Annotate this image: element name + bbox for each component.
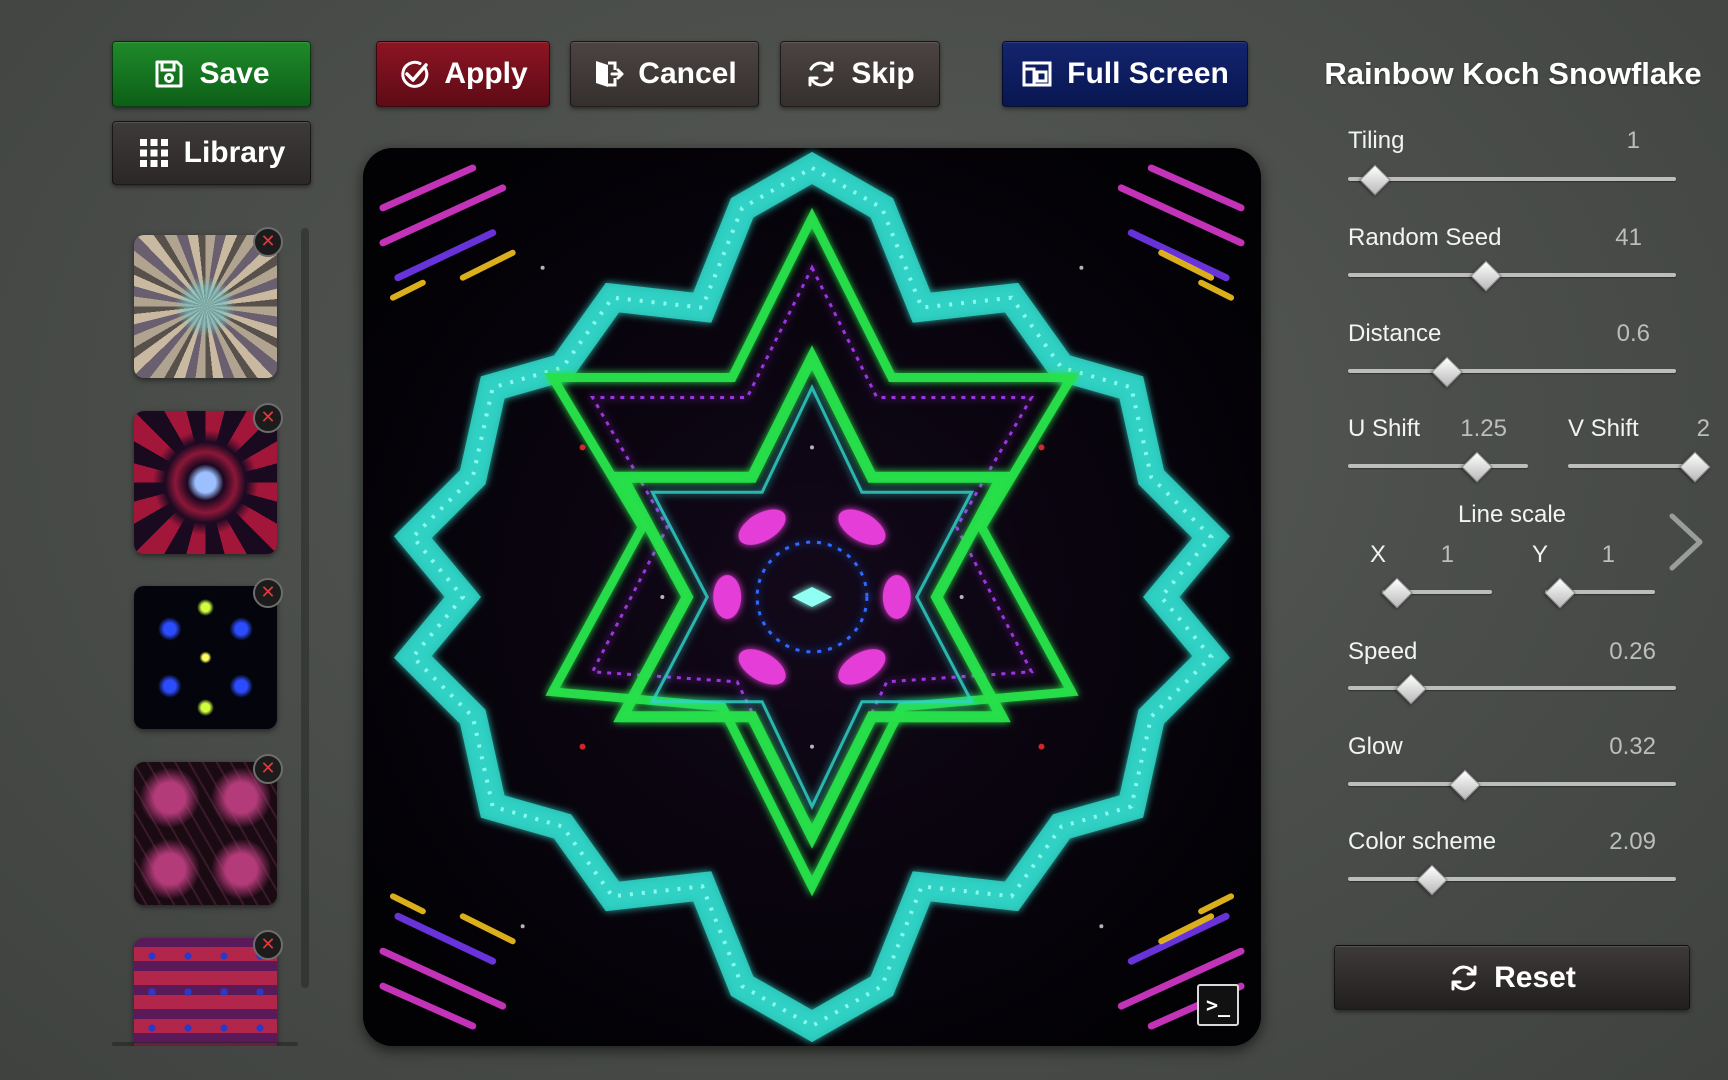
v-shift-slider[interactable]	[1568, 451, 1711, 483]
random-seed-value: 41	[1615, 224, 1642, 251]
preset-thumbnail[interactable]	[134, 762, 277, 905]
thumbnail-scrollbar[interactable]	[301, 228, 309, 988]
distance-label: Distance	[1348, 320, 1442, 347]
speed-slider[interactable]	[1348, 673, 1676, 705]
fractal-preview[interactable]: >_	[363, 148, 1261, 1046]
preset-thumbnail-list[interactable]: ✕ ✕ ✕ ✕ ✕	[112, 220, 312, 1046]
color-scheme-slider[interactable]	[1348, 864, 1676, 896]
u-shift-slider[interactable]	[1348, 451, 1528, 483]
preset-thumbnail[interactable]	[134, 586, 277, 729]
tiling-slider-handle[interactable]	[1359, 164, 1391, 196]
color-scheme-slider-handle[interactable]	[1416, 864, 1448, 896]
console-button[interactable]: >_	[1197, 984, 1239, 1026]
random-seed-label: Random Seed	[1348, 224, 1502, 251]
line-scale-x-slider[interactable]	[1381, 577, 1492, 609]
preset-thumbnail[interactable]	[134, 411, 277, 554]
random-seed-slider-handle[interactable]	[1470, 260, 1502, 292]
glow-slider-handle[interactable]	[1449, 769, 1481, 801]
line-scale-x-slider-handle[interactable]	[1381, 577, 1413, 609]
line-scale-y-slider[interactable]	[1544, 577, 1655, 609]
speed-value: 0.26	[1609, 638, 1656, 665]
color-scheme-label: Color scheme	[1348, 828, 1497, 855]
remove-thumbnail-icon[interactable]: ✕	[253, 754, 283, 784]
remove-thumbnail-icon[interactable]: ✕	[253, 227, 283, 257]
distance-value: 0.6	[1616, 320, 1650, 347]
thumbnail-list-divider	[112, 1042, 298, 1046]
tiling-value: 1	[1626, 127, 1640, 154]
refresh-icon	[808, 61, 834, 87]
save-button[interactable]: Save	[112, 41, 311, 107]
library-button-label: Library	[183, 136, 286, 169]
reset-button[interactable]: Reset	[1334, 945, 1690, 1010]
preset-thumbnail[interactable]	[134, 235, 277, 378]
v-shift-label: V Shift	[1568, 415, 1639, 442]
apply-button[interactable]: Apply	[376, 41, 550, 107]
u-shift-label: U Shift	[1348, 415, 1421, 442]
fullscreen-button[interactable]: Full Screen	[1002, 41, 1248, 107]
u-shift-slider-handle[interactable]	[1461, 451, 1493, 483]
glow-slider[interactable]	[1348, 769, 1676, 801]
line-scale-x-value: 1	[1440, 541, 1454, 568]
skip-button[interactable]: Skip	[780, 41, 940, 107]
cancel-button-label: Cancel	[638, 57, 737, 90]
line-scale-label: Line scale	[1457, 501, 1567, 528]
remove-thumbnail-icon[interactable]: ✕	[253, 930, 283, 960]
chevron-right-icon[interactable]	[1664, 510, 1708, 574]
v-shift-value: 2	[1696, 415, 1710, 442]
library-button[interactable]: Library	[112, 121, 311, 185]
tiling-slider[interactable]	[1348, 164, 1676, 196]
speed-label: Speed	[1348, 638, 1418, 665]
reset-button-label: Reset	[1494, 960, 1576, 994]
fullscreen-button-label: Full Screen	[1067, 57, 1229, 90]
apply-button-label: Apply	[444, 57, 528, 90]
v-shift-slider-handle[interactable]	[1679, 451, 1711, 483]
check-circle-icon	[401, 60, 429, 88]
random-seed-slider[interactable]	[1348, 260, 1676, 292]
u-shift-value: 1.25	[1460, 415, 1507, 442]
color-scheme-value: 2.09	[1609, 828, 1656, 855]
grid-icon	[139, 139, 168, 167]
speed-slider-handle[interactable]	[1395, 673, 1427, 705]
floppy-disk-icon	[155, 60, 183, 88]
line-scale-y-value: 1	[1601, 541, 1615, 568]
remove-thumbnail-icon[interactable]: ✕	[253, 403, 283, 433]
distance-slider[interactable]	[1348, 356, 1676, 388]
distance-slider-handle[interactable]	[1431, 356, 1463, 388]
glow-label: Glow	[1348, 733, 1403, 760]
exit-door-icon	[596, 61, 624, 87]
line-scale-y-label: Y	[1532, 541, 1549, 568]
line-scale-y-slider-handle[interactable]	[1544, 577, 1576, 609]
tiling-label: Tiling	[1348, 127, 1405, 154]
koch-snowflake-render	[363, 148, 1261, 1046]
save-button-label: Save	[199, 57, 270, 90]
preset-title: Rainbow Koch Snowflake	[1324, 56, 1702, 91]
line-scale-x-label: X	[1370, 541, 1387, 568]
fullscreen-window-icon	[1022, 61, 1052, 87]
refresh-icon	[1451, 965, 1477, 990]
remove-thumbnail-icon[interactable]: ✕	[253, 578, 283, 608]
glow-value: 0.32	[1609, 733, 1656, 760]
skip-button-label: Skip	[851, 57, 915, 90]
cancel-button[interactable]: Cancel	[570, 41, 759, 107]
